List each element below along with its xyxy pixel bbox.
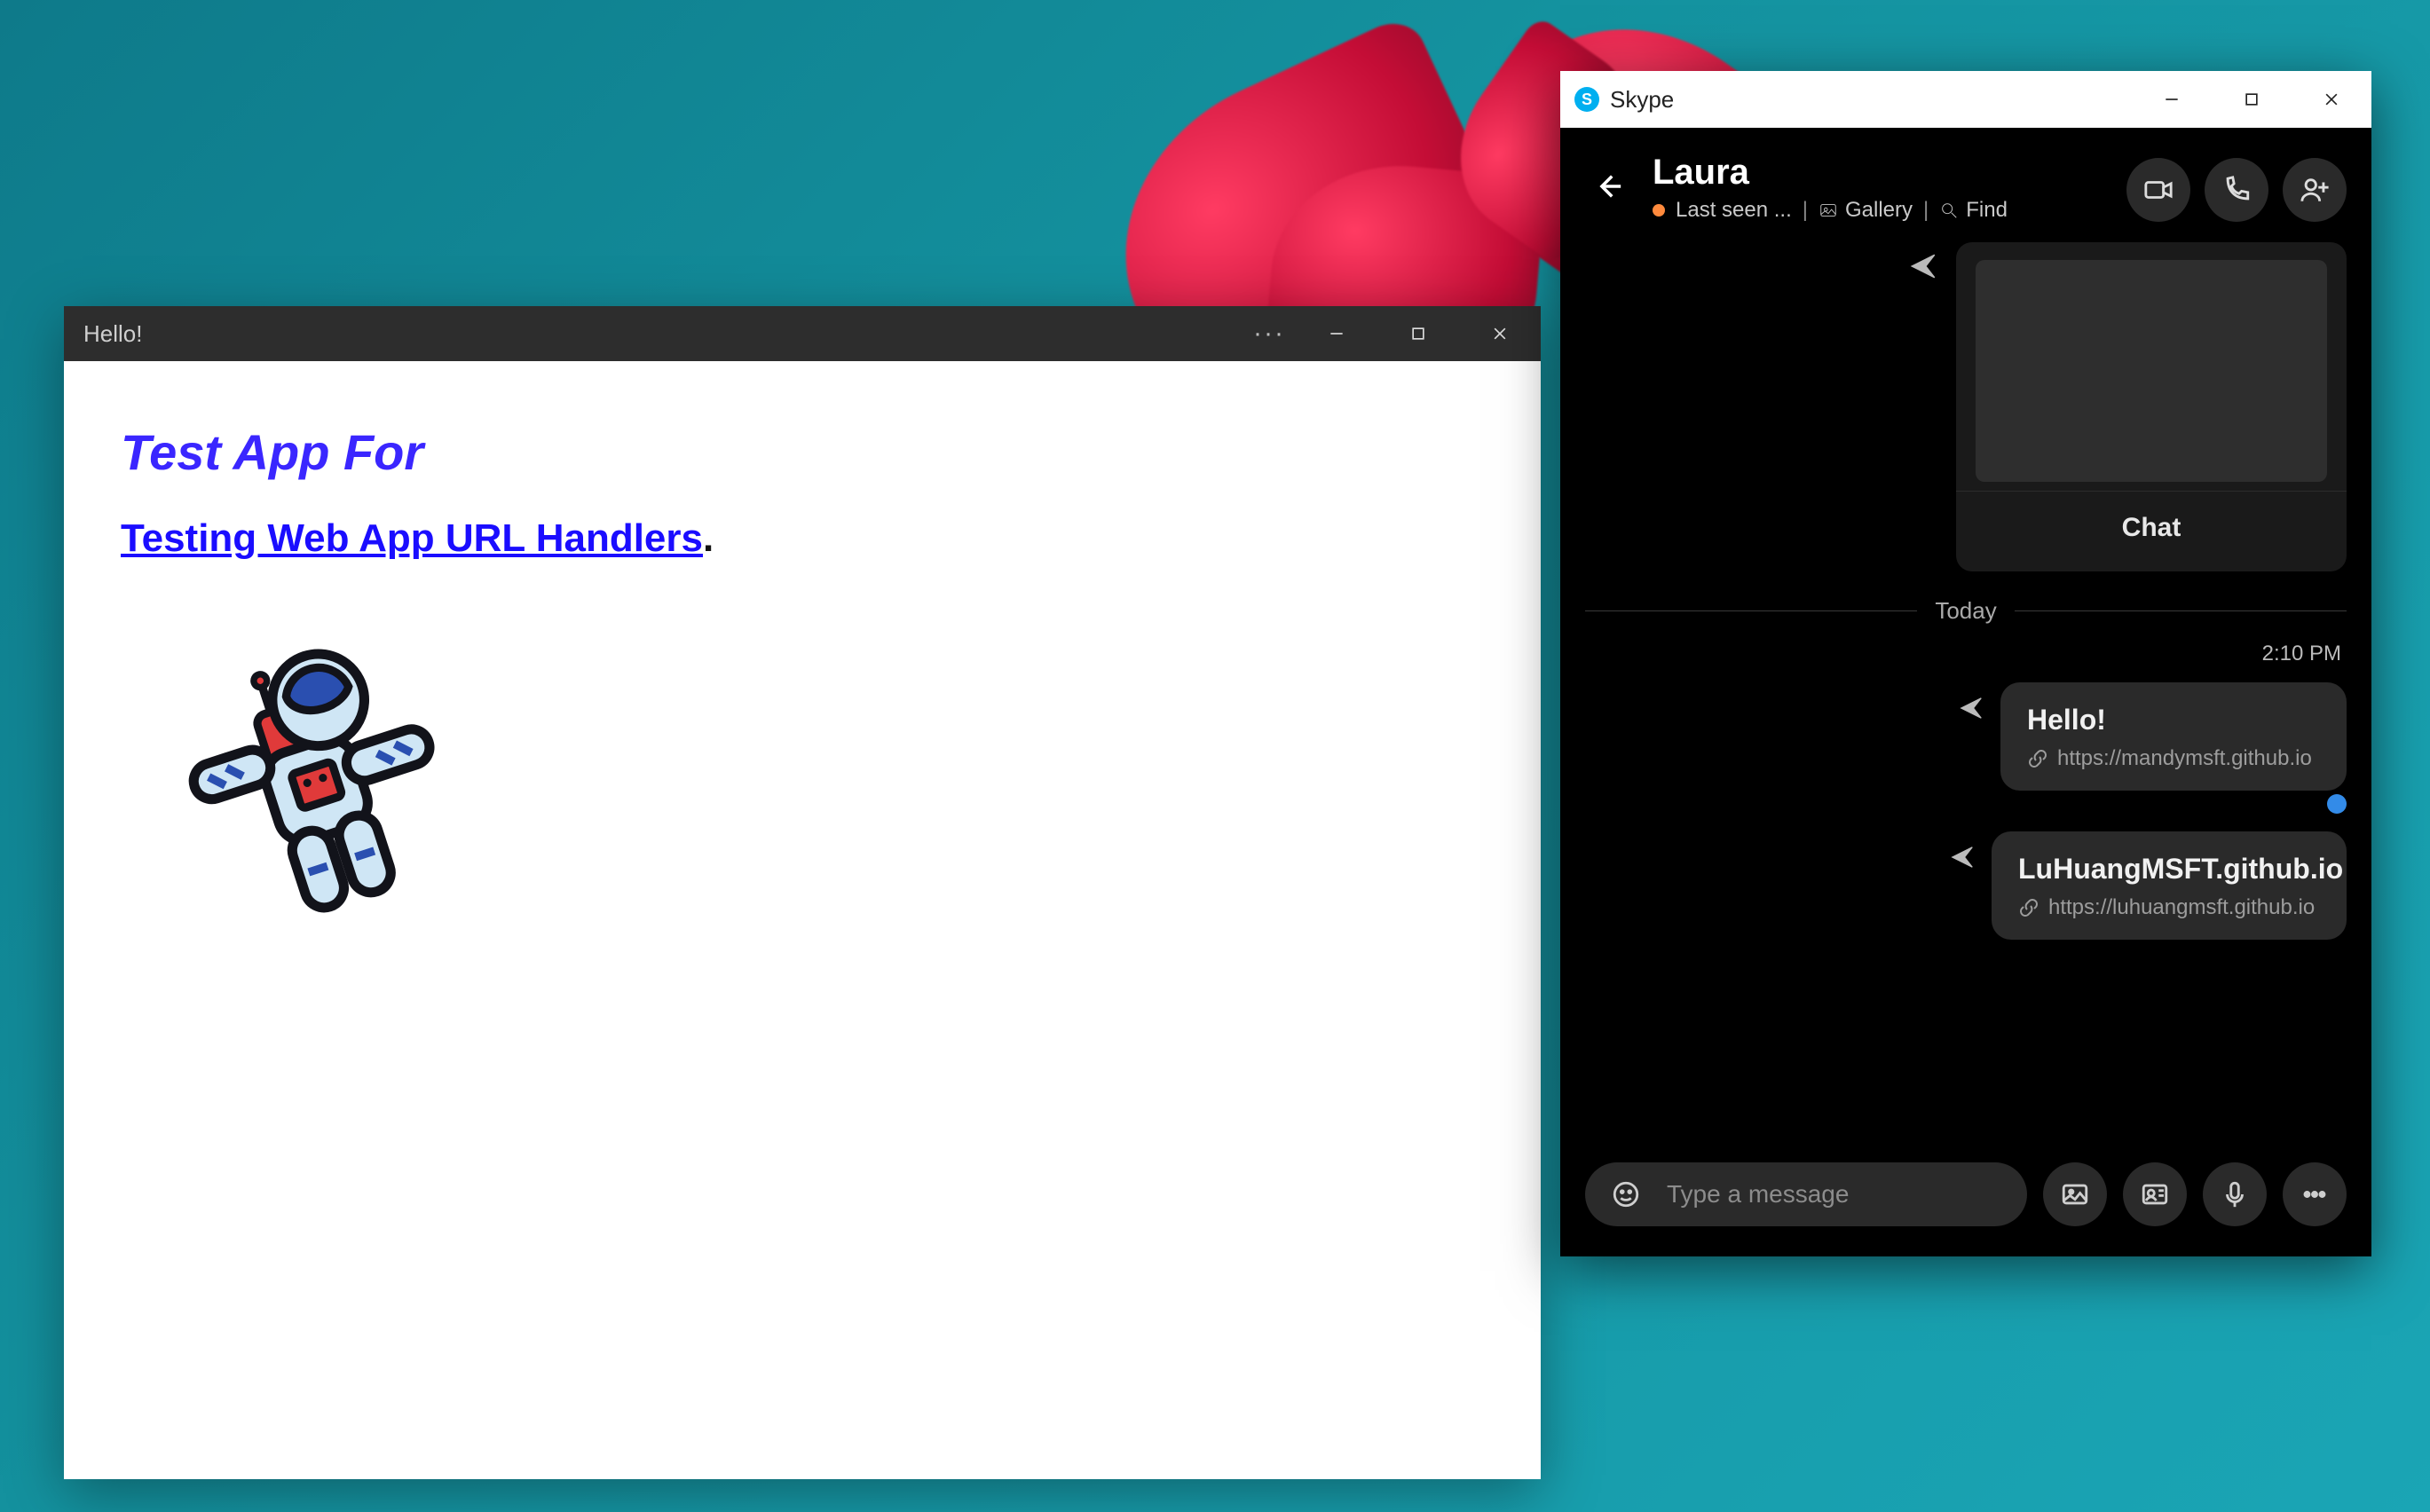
skype-compose-bar bbox=[1560, 1150, 2371, 1256]
hello-app-window: Hello! ··· Test App For Testing Web App … bbox=[64, 306, 1541, 1479]
audio-call-button[interactable] bbox=[2205, 158, 2268, 222]
last-seen-text: Last seen ... bbox=[1676, 198, 1792, 223]
date-divider: Today bbox=[1585, 597, 2347, 625]
voice-message-button[interactable] bbox=[2203, 1162, 2267, 1226]
contact-card-button[interactable] bbox=[2123, 1162, 2187, 1226]
sent-message[interactable]: LuHuangMSFT.github.io https://luhuangmsf… bbox=[1949, 831, 2347, 940]
message-title: LuHuangMSFT.github.io bbox=[2018, 851, 2320, 886]
astronaut-icon bbox=[147, 610, 476, 939]
message-url[interactable]: https://luhuangmsft.github.io bbox=[2048, 895, 2315, 920]
message-timestamp: 2:10 PM bbox=[2262, 642, 2341, 666]
skype-titlebar[interactable]: S Skype bbox=[1560, 71, 2371, 128]
attach-media-button[interactable] bbox=[2043, 1162, 2107, 1226]
link-icon bbox=[2027, 748, 2048, 769]
hello-app-body: Test App For Testing Web App URL Handler… bbox=[64, 361, 1541, 1479]
video-call-button[interactable] bbox=[2126, 158, 2190, 222]
maximize-button[interactable] bbox=[2212, 71, 2292, 128]
minimize-button[interactable] bbox=[1296, 306, 1377, 361]
close-button[interactable] bbox=[1459, 306, 1541, 361]
message-title: Hello! bbox=[2027, 702, 2320, 737]
skype-conversation-header: Laura Last seen ... | Gallery | Find bbox=[1560, 128, 2371, 242]
gallery-label: Gallery bbox=[1845, 198, 1913, 223]
sent-indicator-icon bbox=[1908, 251, 1938, 286]
link-icon bbox=[2018, 897, 2039, 918]
close-button[interactable] bbox=[2292, 71, 2371, 128]
more-icon[interactable]: ··· bbox=[1243, 306, 1296, 361]
more-options-button[interactable] bbox=[2283, 1162, 2347, 1226]
presence-dot-icon bbox=[1653, 204, 1665, 217]
sent-indicator-icon bbox=[1949, 831, 1976, 875]
read-receipt-icon bbox=[2327, 794, 2347, 814]
skype-app-name: Skype bbox=[1610, 86, 1674, 114]
hello-app-title: Hello! bbox=[83, 320, 142, 348]
emoji-button[interactable] bbox=[1594, 1162, 1658, 1226]
find-link[interactable]: Find bbox=[1939, 198, 2008, 223]
page-heading: Test App For bbox=[121, 423, 1541, 481]
back-button[interactable] bbox=[1585, 163, 1631, 209]
skype-logo-icon: S bbox=[1574, 87, 1599, 112]
date-divider-label: Today bbox=[1935, 597, 1996, 625]
gallery-link[interactable]: Gallery bbox=[1819, 198, 1913, 223]
page-subheading: Testing Web App URL Handlers. bbox=[121, 516, 1541, 561]
skype-message-list[interactable]: Chat Today 2:10 PM Hello! https://mandym… bbox=[1560, 242, 2371, 1150]
minimize-button[interactable] bbox=[2132, 71, 2212, 128]
hello-app-titlebar[interactable]: Hello! ··· bbox=[64, 306, 1541, 361]
chat-preview-thumbnail bbox=[1976, 260, 2327, 482]
sent-indicator-icon bbox=[1958, 682, 1984, 726]
find-label: Find bbox=[1966, 198, 2008, 223]
contact-name[interactable]: Laura bbox=[1653, 153, 2105, 193]
maximize-button[interactable] bbox=[1377, 306, 1459, 361]
add-people-button[interactable] bbox=[2283, 158, 2347, 222]
skype-window: S Skype Laura Last seen ... | Gallery | bbox=[1560, 71, 2371, 1256]
chat-preview-label: Chat bbox=[1956, 491, 2347, 561]
url-handlers-link[interactable]: Testing Web App URL Handlers bbox=[121, 516, 703, 560]
chat-preview-card[interactable]: Chat bbox=[1956, 242, 2347, 571]
message-url[interactable]: https://mandymsft.github.io bbox=[2057, 746, 2312, 771]
sent-message[interactable]: Hello! https://mandymsft.github.io bbox=[1958, 682, 2347, 791]
subhead-trailing: . bbox=[703, 516, 714, 560]
message-input[interactable] bbox=[1658, 1162, 2027, 1226]
